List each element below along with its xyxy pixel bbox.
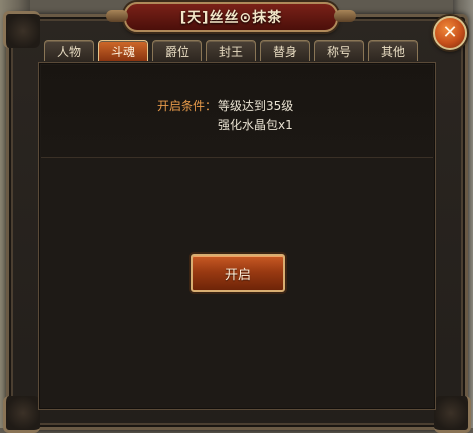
open-button-label: 开启 xyxy=(224,267,251,283)
tab-bar: 人物 斗魂 爵位 封王 替身 称号 其他 xyxy=(44,40,418,62)
close-button[interactable]: ✕ xyxy=(433,16,467,50)
tab-character[interactable]: 人物 xyxy=(44,40,94,61)
tab-label: 替身 xyxy=(272,44,297,59)
frame-corner-ornament xyxy=(3,11,40,48)
close-icon: ✕ xyxy=(442,22,458,43)
tab-label: 斗魂 xyxy=(110,44,135,59)
tab-label: 爵位 xyxy=(164,44,189,59)
window-title: [天]丝丝⊙抹茶 xyxy=(179,10,283,26)
open-button[interactable]: 开启 xyxy=(191,254,285,292)
title-wing-ornament xyxy=(106,10,128,22)
frame-corner-ornament xyxy=(434,396,471,433)
frame-corner-ornament xyxy=(3,396,40,433)
tab-other[interactable]: 其他 xyxy=(368,40,418,61)
tab-king[interactable]: 封王 xyxy=(206,40,256,61)
tab-substitute[interactable]: 替身 xyxy=(260,40,310,61)
requirement-box: 开启条件： 等级达到35级 强化水晶包x1 xyxy=(41,65,433,158)
requirement-level: 等级达到35级 xyxy=(218,99,294,113)
tab-label: 其他 xyxy=(380,44,405,59)
requirement-label: 开启条件： xyxy=(157,99,218,113)
tab-rank[interactable]: 爵位 xyxy=(152,40,202,61)
tab-douhun[interactable]: 斗魂 xyxy=(98,40,148,61)
tab-content: 开启条件： 等级达到35级 强化水晶包x1 开启 xyxy=(38,62,436,410)
title-plate: [天]丝丝⊙抹茶 xyxy=(106,2,356,32)
tab-label: 称号 xyxy=(326,44,351,59)
requirement-item: 强化水晶包x1 xyxy=(218,118,293,132)
tab-title[interactable]: 称号 xyxy=(314,40,364,61)
tab-label: 人物 xyxy=(56,44,81,59)
title-wing-ornament xyxy=(334,10,356,22)
tab-label: 封王 xyxy=(218,44,243,59)
